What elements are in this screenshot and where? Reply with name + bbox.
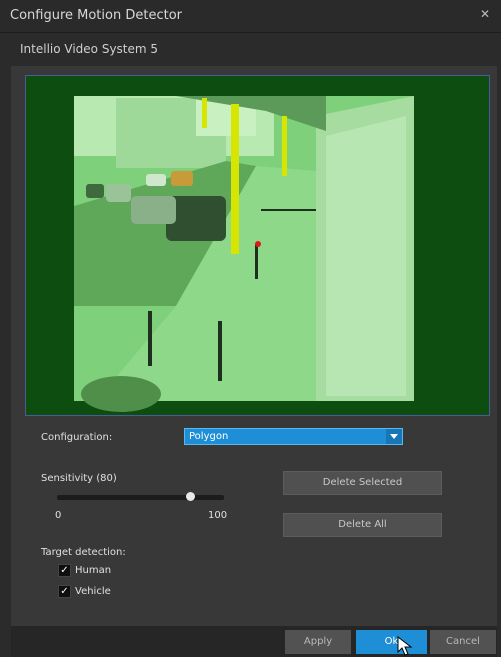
chevron-down-icon[interactable] [386,429,402,444]
configuration-label: Configuration: [41,432,113,443]
camera-image [26,76,489,415]
close-icon[interactable]: ✕ [477,6,493,22]
apply-button[interactable]: Apply [285,630,351,654]
system-name: Intellio Video System 5 [20,42,159,56]
sensitivity-label: Sensitivity (80) [41,473,117,484]
human-checkbox[interactable]: ✓ [58,564,71,577]
delete-all-button[interactable]: Delete All [283,513,442,537]
vehicle-label: Vehicle [75,586,111,597]
vehicle-checkbox[interactable]: ✓ [58,585,71,598]
ok-button[interactable]: Ok [356,630,427,654]
target-detection-label: Target detection: [41,547,126,558]
cancel-button[interactable]: Cancel [430,630,496,654]
camera-preview[interactable] [25,75,490,416]
delete-selected-button[interactable]: Delete Selected [283,471,442,495]
title-bar: Configure Motion Detector ✕ [0,0,501,33]
human-label: Human [75,565,112,576]
configuration-select[interactable]: Polygon [184,428,403,445]
window-title: Configure Motion Detector [10,8,182,23]
sensitivity-slider[interactable] [57,495,224,500]
sensitivity-max-label: 100 [208,510,228,521]
mouse-cursor-icon [397,636,413,656]
sensitivity-min-label: 0 [55,510,62,521]
configuration-value: Polygon [189,431,229,442]
